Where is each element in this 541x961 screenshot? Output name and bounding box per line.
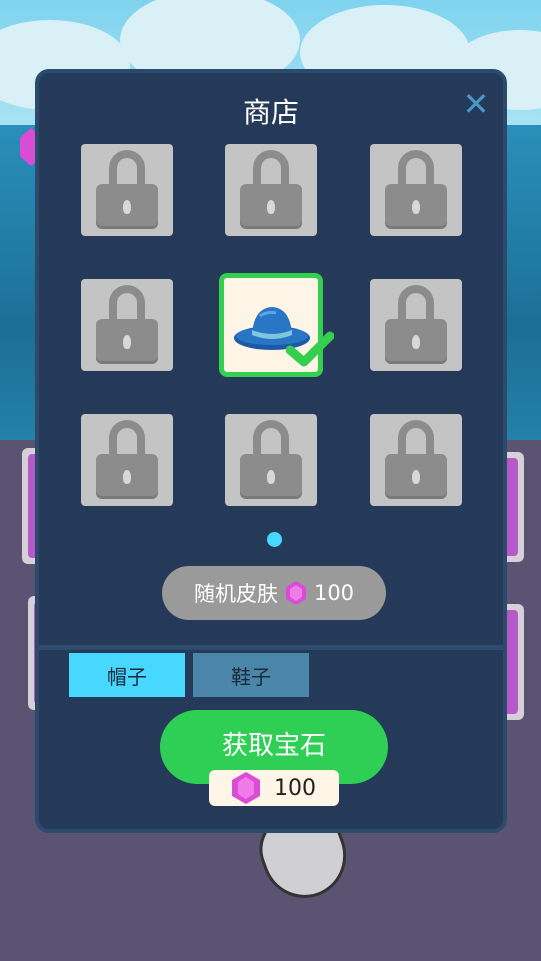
lock-icon bbox=[96, 150, 158, 226]
divider bbox=[39, 645, 503, 650]
lock-icon bbox=[96, 285, 158, 361]
shop-slot-locked[interactable] bbox=[81, 414, 173, 506]
shop-slot-locked[interactable] bbox=[81, 279, 173, 371]
lock-icon bbox=[240, 150, 302, 226]
random-skin-label: 随机皮肤 bbox=[193, 582, 278, 606]
shop-slot-locked[interactable] bbox=[370, 144, 462, 236]
lock-icon bbox=[385, 285, 447, 361]
shop-slot-locked[interactable] bbox=[370, 279, 462, 371]
lock-icon bbox=[240, 420, 302, 496]
gem-icon bbox=[232, 772, 260, 804]
get-gems-label: 获取宝石 bbox=[221, 730, 326, 761]
get-gems-amount-badge: 100 bbox=[209, 770, 339, 806]
shop-slot-locked[interactable] bbox=[225, 414, 317, 506]
shop-slot-locked[interactable] bbox=[225, 144, 317, 236]
random-skin-button[interactable]: 随机皮肤 100 bbox=[162, 566, 386, 620]
shop-slot-locked[interactable] bbox=[370, 414, 462, 506]
tab-shoes[interactable]: 鞋子 bbox=[193, 653, 309, 697]
gem-icon bbox=[285, 581, 306, 605]
tab-hats[interactable]: 帽子 bbox=[69, 653, 185, 697]
checkmark-icon bbox=[286, 331, 334, 367]
close-icon[interactable]: ✕ bbox=[461, 88, 491, 120]
lock-icon bbox=[385, 150, 447, 226]
page-indicator-dot[interactable] bbox=[267, 532, 282, 547]
shop-title: 商店 bbox=[242, 96, 299, 129]
get-gems-amount: 100 bbox=[274, 775, 316, 801]
lock-icon bbox=[385, 420, 447, 496]
shop-panel: 商店 ✕ 随机皮肤 100 帽子 鞋子 获取宝石 100 bbox=[35, 69, 507, 833]
shop-slot-locked[interactable] bbox=[81, 144, 173, 236]
lock-icon bbox=[96, 420, 158, 496]
random-skin-price: 100 bbox=[313, 581, 355, 605]
shop-slot-selected[interactable] bbox=[219, 273, 334, 377]
